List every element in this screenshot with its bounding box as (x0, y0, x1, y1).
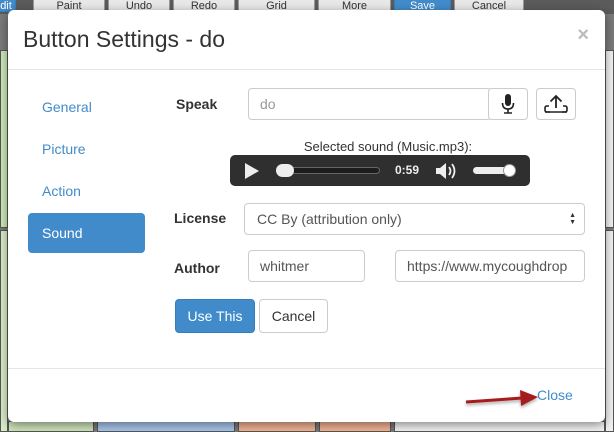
license-select[interactable]: CC By (attribution only) ▲ ▼ (244, 203, 585, 235)
license-value: CC By (attribution only) (257, 211, 402, 227)
speak-label: Speak (176, 96, 218, 112)
record-button[interactable] (488, 88, 528, 120)
upload-button[interactable] (536, 88, 576, 120)
bg-grid-cell (97, 421, 235, 432)
bg-grid-cell (605, 230, 614, 432)
nav-item-action[interactable]: Action (28, 171, 145, 211)
author-label: Author (174, 260, 220, 276)
audio-player: 0:59 (230, 155, 530, 186)
settings-nav: General Picture Action Sound (28, 87, 145, 255)
button-settings-modal: Button Settings - do × General Picture A… (8, 10, 605, 422)
nav-item-sound[interactable]: Sound (28, 213, 145, 253)
bg-grid-cell (238, 421, 316, 432)
bg-grid-cell (319, 421, 391, 432)
bg-grid-cell (8, 421, 94, 432)
author-url-input[interactable]: https://www.mycoughdrop (395, 250, 585, 282)
use-this-button[interactable]: Use This (175, 299, 255, 333)
nav-item-picture[interactable]: Picture (28, 129, 145, 169)
close-button[interactable]: Close (537, 387, 573, 403)
seek-handle[interactable] (276, 164, 294, 177)
bg-grid-cell (605, 50, 614, 228)
close-icon[interactable]: × (577, 24, 589, 47)
modal-header: Button Settings - do × (8, 10, 605, 70)
cancel-button[interactable]: Cancel (259, 299, 328, 333)
cloud-upload-icon (544, 94, 568, 113)
volume-icon[interactable] (435, 162, 461, 180)
select-arrows-icon: ▲ ▼ (569, 212, 576, 226)
nav-item-general[interactable]: General (28, 87, 145, 127)
bg-grid-cell (394, 421, 605, 432)
play-icon[interactable] (245, 163, 259, 179)
audio-time: 0:59 (395, 163, 420, 177)
microphone-icon (501, 94, 515, 114)
modal-title: Button Settings - do (23, 26, 226, 52)
bg-grid-cell (0, 50, 8, 228)
bg-grid-cell (0, 230, 8, 432)
annotation-arrow-icon (465, 390, 538, 406)
author-name-input[interactable]: whitmer (248, 250, 365, 282)
speak-input[interactable]: do (248, 88, 492, 120)
selected-sound-label: Selected sound (Music.mp3): (303, 139, 473, 154)
volume-handle[interactable] (503, 164, 516, 177)
license-label: License (174, 210, 227, 226)
